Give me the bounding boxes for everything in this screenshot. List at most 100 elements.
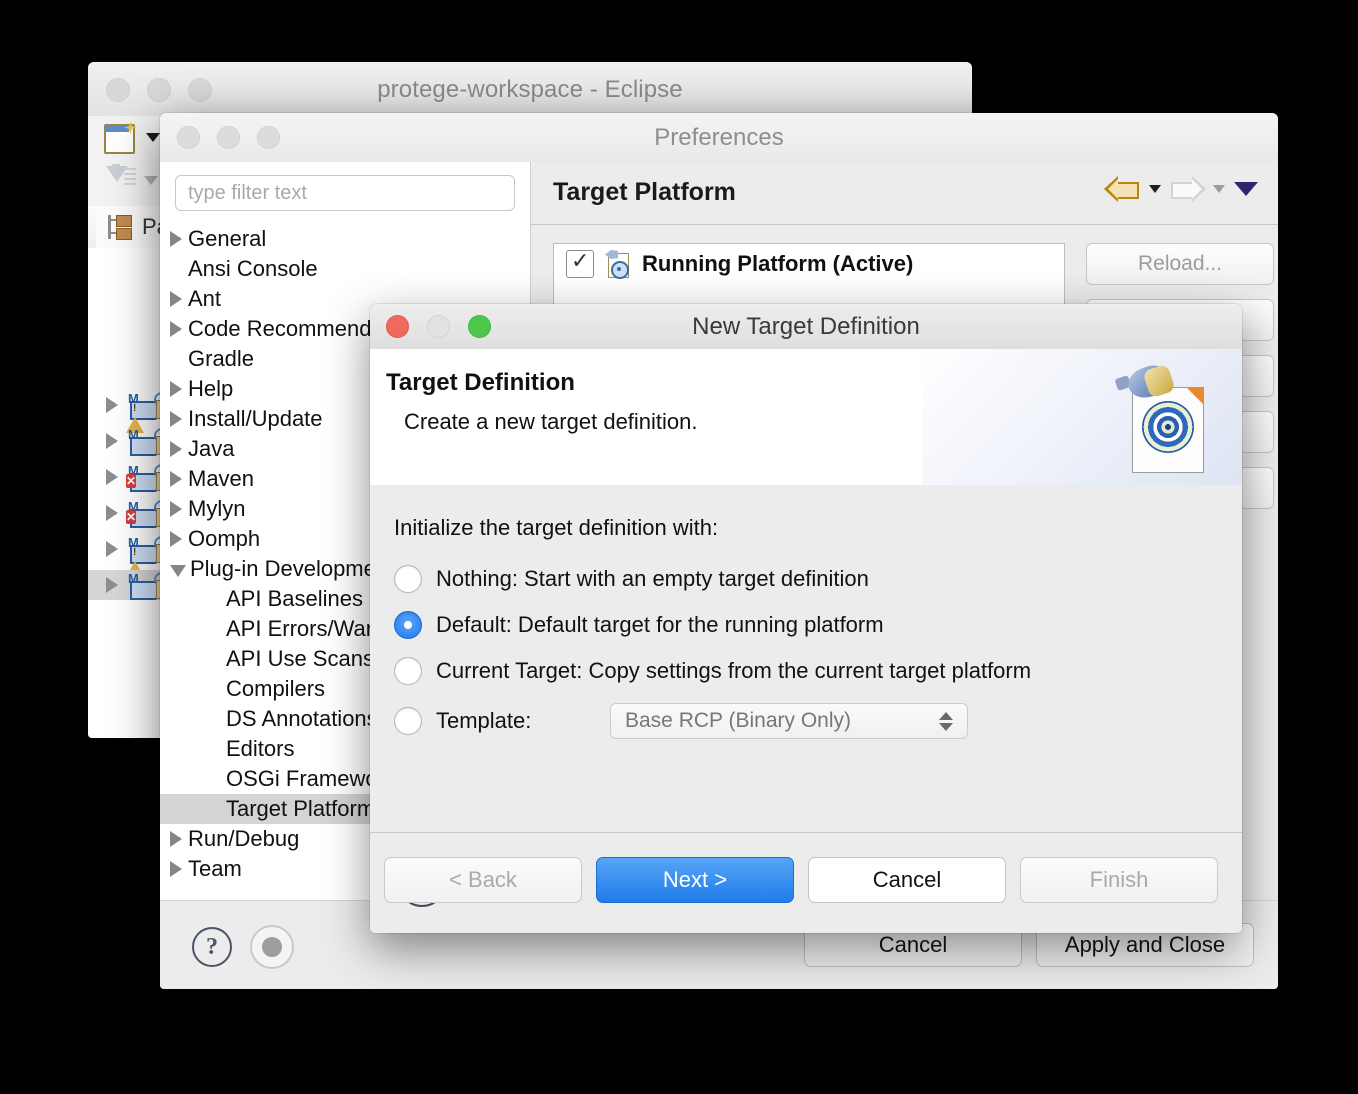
- chevron-down-icon[interactable]: [144, 175, 158, 185]
- next-button[interactable]: Next >: [596, 857, 794, 903]
- button-label: Next >: [662, 867, 728, 892]
- target-active-checkbox[interactable]: [566, 248, 594, 278]
- sidebar-item-label: Compilers: [226, 676, 326, 701]
- preferences-titlebar: Preferences: [160, 113, 1278, 163]
- radio-button[interactable]: [394, 565, 422, 593]
- new-target-definition-dialog: New Target Definition Target Definition …: [370, 304, 1242, 933]
- help-icon[interactable]: ?: [192, 927, 232, 967]
- preferences-window-title: Preferences: [654, 124, 784, 151]
- button-label: Reload...: [1137, 252, 1223, 275]
- package-explorer-icon: [106, 214, 134, 240]
- import-icon: [104, 164, 136, 196]
- finish-button: Finish: [1020, 857, 1218, 903]
- dialog-banner: Target Definition Create a new target de…: [370, 349, 1242, 486]
- dialog-content: Initialize the target definition with: N…: [370, 485, 1242, 833]
- target-definition-icon: [604, 250, 632, 279]
- radio-option-default[interactable]: Default: Default target for the running …: [394, 611, 884, 639]
- cancel-button[interactable]: Cancel: [808, 857, 1006, 903]
- sidebar-item-label: Run/Debug: [188, 826, 300, 851]
- sidebar-item-ansi-console[interactable]: Ansi Console: [160, 254, 530, 284]
- radio-label: Template:: [436, 708, 532, 733]
- radio-button[interactable]: [394, 657, 422, 685]
- filter-input[interactable]: [175, 175, 515, 211]
- dialog-title: New Target Definition: [692, 313, 920, 340]
- radio-button-selected[interactable]: [394, 611, 422, 639]
- dialog-titlebar: New Target Definition: [370, 304, 1242, 350]
- chevron-right-icon[interactable]: [170, 321, 182, 337]
- sidebar-item-label: Target Platform: [226, 796, 376, 821]
- radio-label: Nothing: Start with an empty target defi…: [436, 566, 869, 591]
- initialize-prompt: Initialize the target definition with:: [394, 515, 719, 540]
- sidebar-item-general[interactable]: General: [160, 224, 530, 254]
- sidebar-item-label: DS Annotations: [226, 706, 378, 731]
- chevron-right-icon[interactable]: [170, 471, 182, 487]
- chevron-right-icon[interactable]: [170, 501, 182, 517]
- chevron-right-icon[interactable]: [170, 231, 182, 247]
- chevron-right-icon[interactable]: [170, 531, 182, 547]
- radio-option-current-target[interactable]: Current Target: Copy settings from the c…: [394, 657, 1031, 685]
- sidebar-item-label: Editors: [226, 736, 295, 761]
- chevron-updown-icon: [939, 711, 953, 731]
- import-toolbar-button[interactable]: [104, 164, 158, 196]
- radio-label: Default: Default target for the running …: [436, 612, 884, 637]
- chevron-right-icon[interactable]: [170, 411, 182, 427]
- chevron-right-icon[interactable]: [106, 433, 118, 449]
- reload-button[interactable]: Reload...: [1086, 243, 1274, 285]
- radio-label: Current Target: Copy settings from the c…: [436, 658, 1032, 683]
- chevron-down-icon[interactable]: [170, 564, 186, 577]
- radio-option-template[interactable]: Template: Base RCP (Binary Only): [394, 703, 968, 739]
- list-item[interactable]: Running Platform (Active): [554, 244, 1064, 284]
- radio-button[interactable]: [394, 707, 422, 735]
- sidebar-item-label: Team: [188, 856, 242, 881]
- sidebar-item-label: Mylyn: [188, 496, 246, 521]
- back-arrow-icon[interactable]: [1104, 176, 1140, 202]
- chevron-right-icon[interactable]: [106, 541, 118, 557]
- preferences-page-header: Target Platform: [531, 162, 1278, 225]
- chevron-right-icon[interactable]: [170, 831, 182, 847]
- chevron-down-icon[interactable]: [1234, 182, 1258, 196]
- wizard-buttons[interactable]: < Back Next > Cancel Finish: [384, 857, 1218, 903]
- eclipse-window-title: protege-workspace - Eclipse: [377, 76, 683, 103]
- chevron-down-icon[interactable]: [146, 132, 160, 142]
- banner-heading: Target Definition: [386, 369, 575, 396]
- page-title: Target Platform: [553, 178, 736, 206]
- sidebar-item-label: General: [188, 226, 267, 251]
- button-label: Finish: [1089, 867, 1149, 892]
- new-wizard-toolbar-button[interactable]: [104, 121, 160, 154]
- chevron-right-icon[interactable]: [170, 861, 182, 877]
- chevron-right-icon[interactable]: [170, 381, 182, 397]
- chevron-right-icon[interactable]: [106, 577, 118, 593]
- template-select[interactable]: Base RCP (Binary Only): [610, 703, 968, 739]
- dialog-footer: ? < BackNext >CancelFinish: [370, 832, 1242, 933]
- chevron-right-icon[interactable]: [106, 505, 118, 521]
- sidebar-item-label: Gradle: [188, 346, 255, 371]
- forward-arrow-icon: [1170, 176, 1206, 202]
- chevron-right-icon[interactable]: [170, 441, 182, 457]
- target-name: Running Platform (Active): [642, 251, 914, 276]
- sidebar-item-label: Oomph: [188, 526, 261, 551]
- back-button: < Back: [384, 857, 582, 903]
- chevron-right-icon[interactable]: [170, 291, 182, 307]
- button-label: Cancel: [872, 867, 942, 892]
- sidebar-item-label: Ansi Console: [188, 256, 318, 281]
- sidebar-item-label: Install/Update: [188, 406, 323, 431]
- chevron-right-icon[interactable]: [106, 469, 118, 485]
- chevron-right-icon[interactable]: [106, 397, 118, 413]
- sidebar-item-label: API Baselines: [226, 586, 363, 611]
- page-nav-controls[interactable]: [1104, 176, 1258, 202]
- sidebar-item-label: API Use Scans: [226, 646, 374, 671]
- screenshot-root: protege-workspace - Eclipse Pa M ! M M ✕…: [0, 0, 1358, 1094]
- new-wizard-icon: [104, 121, 138, 154]
- button-label: < Back: [449, 867, 517, 892]
- chevron-down-icon[interactable]: [1213, 185, 1225, 193]
- banner-subheading: Create a new target definition.: [404, 409, 698, 434]
- radio-option-nothing[interactable]: Nothing: Start with an empty target defi…: [394, 565, 869, 593]
- sidebar-item-label: Maven: [188, 466, 255, 491]
- target-definition-banner-icon: [1114, 359, 1220, 475]
- restore-defaults-icon[interactable]: [250, 925, 294, 969]
- sidebar-item-label: Ant: [188, 286, 222, 311]
- eclipse-titlebar: protege-workspace - Eclipse: [88, 62, 972, 117]
- chevron-down-icon[interactable]: [1149, 185, 1161, 193]
- sidebar-item-label: Help: [188, 376, 234, 401]
- sidebar-item-label: Java: [188, 436, 235, 461]
